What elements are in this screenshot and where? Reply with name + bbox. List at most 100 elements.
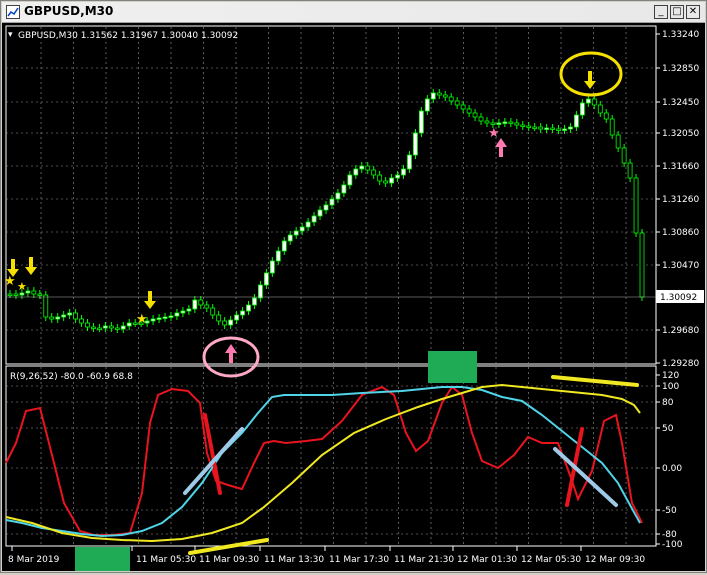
title-bar[interactable]: GBPUSD,M30 _ □ ✕ <box>2 2 705 23</box>
candle-body <box>454 100 460 106</box>
indicator-tick-label: -50 <box>662 506 677 516</box>
candle-body <box>252 297 257 306</box>
indicator-tick-label: 120 <box>662 371 679 381</box>
candle-body <box>168 315 174 318</box>
candle-body <box>180 310 186 314</box>
candle-body <box>365 165 371 171</box>
candle-body <box>19 292 25 296</box>
candle-body <box>484 120 490 124</box>
indicator-lines <box>5 383 643 543</box>
candle-body <box>73 312 78 320</box>
candle-body <box>234 314 239 321</box>
sell-arrow-markers <box>7 71 596 309</box>
candle-body <box>102 325 108 329</box>
candle-body <box>550 127 555 130</box>
indicator-pane-border <box>5 365 657 547</box>
candle-body <box>204 304 210 309</box>
candle-body <box>436 92 442 96</box>
current-price-label: 1.30092 <box>660 293 697 303</box>
time-tick-label: 11 Mar 21:30 <box>394 555 454 565</box>
star-icon: ★ <box>136 312 148 327</box>
indicator-line-red <box>5 385 643 536</box>
price-chart[interactable]: 1.33240 1.32850 1.32450 1.32050 1.31660 1.312… <box>2 23 705 571</box>
candle-body <box>377 174 383 182</box>
candle-body <box>120 325 126 330</box>
candle-body <box>478 116 484 122</box>
maximize-button[interactable]: □ <box>670 5 684 19</box>
candle-body <box>603 112 609 120</box>
candle-body <box>639 232 645 298</box>
price-tick-label: 1.32050 <box>662 129 699 139</box>
candle-body <box>192 299 198 310</box>
candle-body <box>389 177 394 184</box>
minimize-button[interactable]: _ <box>654 5 668 19</box>
candle-body <box>311 215 317 223</box>
indicator-info: R(9,26,52) -80.0 -60.9 68.8 <box>10 372 133 382</box>
candle-body <box>150 318 156 322</box>
price-tick-label: 1.31660 <box>662 162 699 172</box>
candle-body <box>520 124 526 127</box>
time-tick-label: 12 Mar 01:30 <box>457 555 517 565</box>
candle-body <box>37 293 43 296</box>
price-tick-label: 1.30470 <box>662 261 699 271</box>
candle-body <box>502 121 508 124</box>
candle-body <box>198 299 204 306</box>
indicator-tick-label: 80 <box>662 398 674 408</box>
candle-body <box>258 284 263 299</box>
candle-body <box>383 180 389 184</box>
star-icon: ★ <box>17 280 27 293</box>
candle-body <box>91 326 96 329</box>
price-axis: 1.33240 1.32850 1.32450 1.32050 1.31660 1.312… <box>656 30 699 369</box>
candle-body <box>55 316 61 320</box>
indicator-axis: 120100 80 50 0.00 -50 -80-100 <box>656 371 683 550</box>
candle-body <box>222 320 228 326</box>
candle-body <box>597 104 603 114</box>
indicator-line-cyan <box>5 386 641 538</box>
candle-body <box>305 221 311 228</box>
candle-body <box>395 174 400 179</box>
candle-body <box>460 104 466 110</box>
candles <box>7 89 645 333</box>
candle-body <box>341 184 347 194</box>
candle-body <box>544 127 550 130</box>
candle-body <box>85 322 90 328</box>
candle-body <box>609 118 615 136</box>
indicator-tick-label: 0.00 <box>662 464 682 474</box>
green-marker-block <box>428 351 477 383</box>
candle-body <box>621 147 627 164</box>
candle-body <box>568 126 573 130</box>
indicator-tick-label: 50 <box>662 424 674 434</box>
time-tick-label: 12 Mar 09:30 <box>585 555 645 565</box>
candle-body <box>281 240 287 252</box>
candle-body <box>79 318 84 324</box>
down-arrow-icon <box>584 71 596 89</box>
time-tick-label: 8 Mar 2019 <box>8 555 60 565</box>
candle-body <box>7 293 13 296</box>
candle-body <box>269 260 275 274</box>
chart-dropdown-arrow[interactable]: ▾ <box>8 30 13 40</box>
price-tick-label: 1.33240 <box>662 30 699 40</box>
candle-body <box>574 114 579 128</box>
candle-body <box>228 319 234 326</box>
candle-body <box>538 126 544 130</box>
candle-body <box>508 121 514 124</box>
time-tick-label: 11 Mar 17:30 <box>329 555 389 565</box>
price-tick-label: 1.32450 <box>662 98 699 108</box>
down-arrow-icon <box>25 257 37 275</box>
candle-body <box>156 317 162 320</box>
candle-body <box>49 316 55 320</box>
candle-body <box>424 98 430 112</box>
candle-body <box>13 293 19 296</box>
chart-area[interactable]: 1.33240 1.32850 1.32450 1.32050 1.31660 1.312… <box>2 23 705 571</box>
candle-body <box>430 92 436 100</box>
close-button[interactable]: ✕ <box>686 5 700 19</box>
candle-body <box>371 169 377 176</box>
time-tick-label: 11 Mar 05:30 <box>136 555 196 565</box>
candle-body <box>210 307 216 316</box>
candle-body <box>347 174 353 186</box>
candle-body <box>401 168 406 176</box>
terminal-window: GBPUSD,M30 _ □ ✕ 1.33240 1.32850 1.32450 1.… <box>0 0 707 573</box>
candle-body <box>317 209 323 217</box>
candle-body <box>43 294 49 318</box>
indicator-tick-label: -80 <box>662 530 677 540</box>
